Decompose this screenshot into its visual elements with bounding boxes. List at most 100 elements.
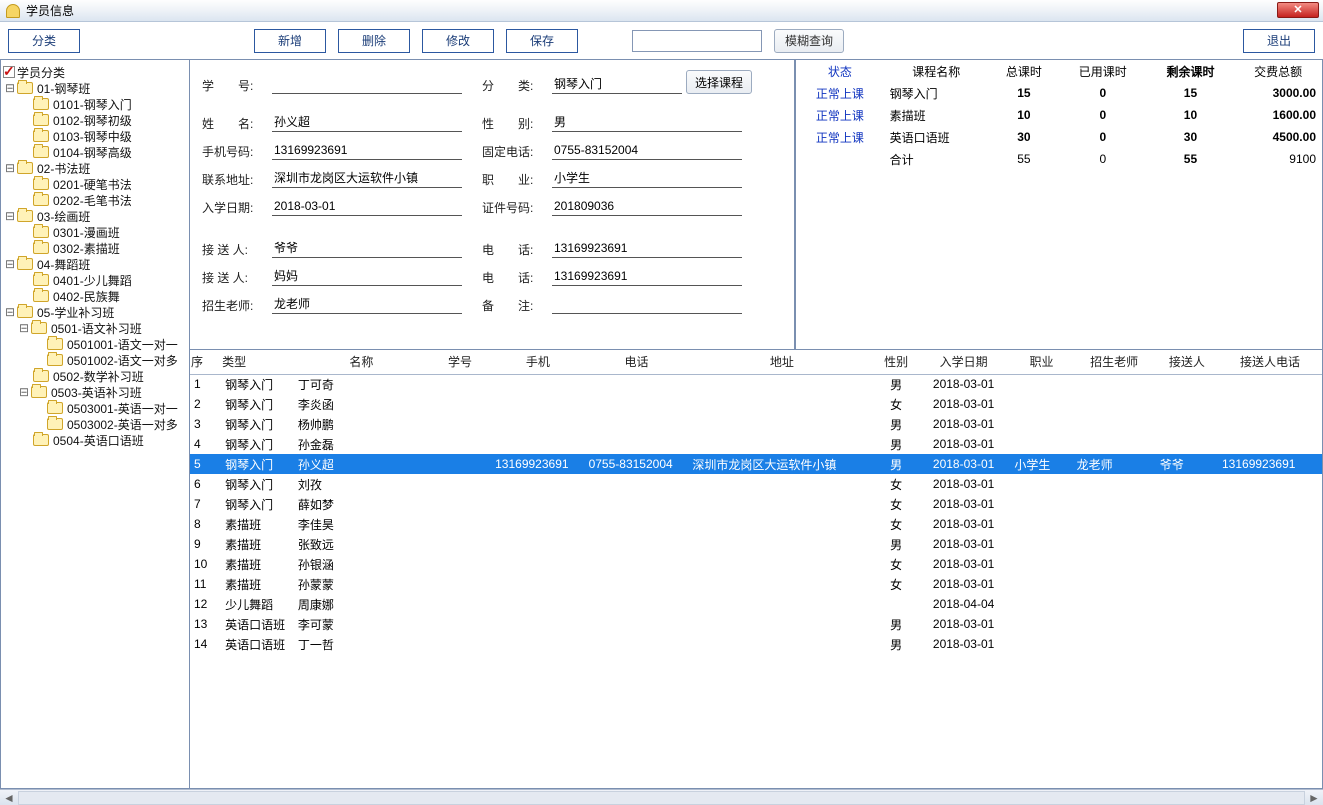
col-address[interactable]: 地址 [688, 350, 875, 374]
input-recruiter[interactable] [272, 294, 462, 314]
category-button[interactable]: 分类 [8, 29, 80, 53]
sum-used: 0 [1059, 148, 1147, 170]
tree-node[interactable]: 0103-钢琴中级 [3, 128, 187, 144]
table-row[interactable]: 1钢琴入门丁可奇男2018-03-01 [190, 374, 1322, 394]
student-grid-wrap[interactable]: 序 类型 名称 学号 手机 电话 地址 性别 入学日期 职业 招生老师 接送人 … [190, 350, 1323, 789]
input-name[interactable] [272, 112, 462, 132]
tree-node[interactable]: ⊟04-舞蹈班 [3, 256, 187, 272]
folder-icon [33, 226, 49, 238]
col-seq[interactable]: 序 [190, 350, 221, 374]
col-phone[interactable]: 电话 [585, 350, 689, 374]
table-row[interactable]: 10素描班孙银涵女2018-03-01 [190, 554, 1322, 574]
table-row[interactable]: 3钢琴入门杨帅鹏男2018-03-01 [190, 414, 1322, 434]
col-recruiter[interactable]: 招生老师 [1073, 350, 1156, 374]
fuzzy-search-button[interactable]: 模糊查询 [774, 29, 844, 53]
table-row[interactable]: 5钢琴入门孙义超131699236910755-83152004深圳市龙岗区大运… [190, 454, 1322, 474]
table-row[interactable]: 9素描班张致远男2018-03-01 [190, 534, 1322, 554]
tree-root[interactable]: 学员分类 [3, 64, 187, 80]
input-escort2[interactable] [272, 266, 462, 286]
col-vocation[interactable]: 职业 [1010, 350, 1072, 374]
tree-node[interactable]: 0301-漫画班 [3, 224, 187, 240]
table-row[interactable]: 7钢琴入门薛如梦女2018-03-01 [190, 494, 1322, 514]
table-row[interactable]: 2钢琴入门李炎函女2018-03-01 [190, 394, 1322, 414]
course-row[interactable]: 正常上课素描班100101600.00 [796, 104, 1322, 126]
input-student-no[interactable] [272, 74, 462, 94]
col-gender[interactable]: 性别 [875, 350, 917, 374]
collapse-icon[interactable]: ⊟ [17, 321, 31, 335]
col-mobile[interactable]: 手机 [491, 350, 584, 374]
col-enroll[interactable]: 入学日期 [917, 350, 1010, 374]
save-button[interactable]: 保存 [506, 29, 578, 53]
tree-node[interactable]: ⊟05-学业补习班 [3, 304, 187, 320]
tree-node[interactable]: ⊟02-书法班 [3, 160, 187, 176]
collapse-icon[interactable]: ⊟ [3, 257, 17, 271]
exit-button[interactable]: 退出 [1243, 29, 1315, 53]
tree-node[interactable]: 0302-素描班 [3, 240, 187, 256]
folder-icon [31, 386, 47, 398]
search-input[interactable] [632, 30, 762, 52]
col-no[interactable]: 学号 [429, 350, 491, 374]
col-name[interactable]: 名称 [294, 350, 429, 374]
col-type[interactable]: 类型 [221, 350, 294, 374]
input-escort1[interactable] [272, 238, 462, 258]
tree-node[interactable]: 0503001-英语一对一 [3, 400, 187, 416]
table-row[interactable]: 14英语口语班丁一哲男2018-03-01 [190, 634, 1322, 654]
table-row[interactable]: 4钢琴入门孙金磊男2018-03-01 [190, 434, 1322, 454]
input-address[interactable] [272, 168, 462, 188]
category-tree[interactable]: 学员分类 ⊟01-钢琴班 0101-钢琴入门 0102-钢琴初级 0103-钢琴… [0, 60, 190, 789]
input-mobile[interactable] [272, 140, 462, 160]
tree-node[interactable]: 0504-英语口语班 [3, 432, 187, 448]
input-vocation[interactable] [552, 168, 742, 188]
add-button[interactable]: 新增 [254, 29, 326, 53]
collapse-icon[interactable]: ⊟ [3, 161, 17, 175]
tree-node[interactable]: ⊟0503-英语补习班 [3, 384, 187, 400]
collapse-icon[interactable]: ⊟ [3, 305, 17, 319]
scroll-right-icon[interactable]: ► [1305, 791, 1323, 805]
table-row[interactable]: 13英语口语班李可蒙男2018-03-01 [190, 614, 1322, 634]
collapse-icon[interactable]: ⊟ [3, 209, 17, 223]
tree-node[interactable]: 0502-数学补习班 [3, 368, 187, 384]
course-row[interactable]: 正常上课英语口语班300304500.00 [796, 126, 1322, 148]
table-row[interactable]: 6钢琴入门刘孜女2018-03-01 [190, 474, 1322, 494]
scroll-left-icon[interactable]: ◄ [0, 791, 18, 805]
tree-node[interactable]: 0202-毛笔书法 [3, 192, 187, 208]
collapse-icon[interactable]: ⊟ [17, 385, 31, 399]
label-student-no: 学 号: [202, 77, 272, 94]
folder-icon [33, 194, 49, 206]
table-row[interactable]: 12少儿舞蹈周康娜2018-04-04 [190, 594, 1322, 614]
input-phone[interactable] [552, 140, 742, 160]
col-escort-phone[interactable]: 接送人电话 [1218, 350, 1322, 374]
collapse-icon[interactable]: ⊟ [3, 81, 17, 95]
tree-node[interactable]: ⊟0501-语文补习班 [3, 320, 187, 336]
tree-node[interactable]: 0101-钢琴入门 [3, 96, 187, 112]
input-category[interactable] [552, 74, 682, 94]
input-remark[interactable] [552, 294, 742, 314]
input-gender[interactable] [552, 112, 742, 132]
folder-icon [17, 306, 33, 318]
delete-button[interactable]: 删除 [338, 29, 410, 53]
tree-node[interactable]: 0402-民族舞 [3, 288, 187, 304]
tree-node[interactable]: 0104-钢琴高级 [3, 144, 187, 160]
tree-node[interactable]: 0201-硬笔书法 [3, 176, 187, 192]
edit-button[interactable]: 修改 [422, 29, 494, 53]
tree-node[interactable]: 0401-少儿舞蹈 [3, 272, 187, 288]
checkbox-icon[interactable] [3, 66, 15, 78]
tree-node[interactable]: ⊟03-绘画班 [3, 208, 187, 224]
close-button[interactable]: ✕ [1277, 2, 1319, 18]
table-row[interactable]: 8素描班李佳昊女2018-03-01 [190, 514, 1322, 534]
col-escort[interactable]: 接送人 [1156, 350, 1218, 374]
select-course-button[interactable]: 选择课程 [686, 70, 752, 94]
input-escort-phone2[interactable] [552, 266, 742, 286]
folder-icon [33, 290, 49, 302]
scroll-track[interactable] [18, 791, 1305, 805]
tree-node[interactable]: 0503002-英语一对多 [3, 416, 187, 432]
tree-node[interactable]: 0501002-语文一对多 [3, 352, 187, 368]
input-enroll[interactable] [272, 196, 462, 216]
input-escort-phone1[interactable] [552, 238, 742, 258]
tree-node[interactable]: 0501001-语文一对一 [3, 336, 187, 352]
tree-node[interactable]: 0102-钢琴初级 [3, 112, 187, 128]
tree-node[interactable]: ⊟01-钢琴班 [3, 80, 187, 96]
table-row[interactable]: 11素描班孙蒙蒙女2018-03-01 [190, 574, 1322, 594]
course-row[interactable]: 正常上课钢琴入门150153000.00 [796, 82, 1322, 104]
input-idno[interactable] [552, 196, 742, 216]
